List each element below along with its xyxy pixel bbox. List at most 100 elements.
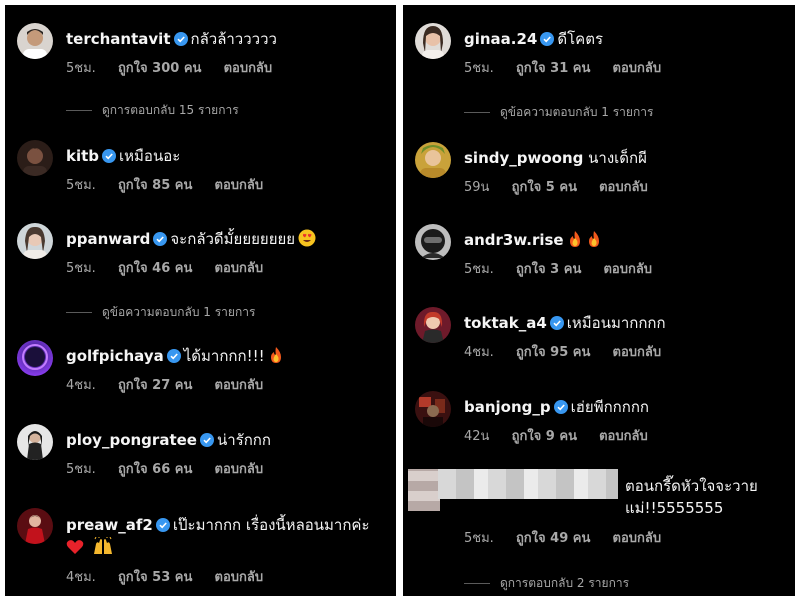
likes-count[interactable]: ถูกใจ 27 คน — [118, 378, 192, 393]
comment-time: 42น — [464, 429, 490, 444]
likes-count[interactable]: ถูกใจ 46 คน — [118, 261, 192, 276]
avatar[interactable] — [415, 224, 451, 260]
view-replies-label: ดูข้อความตอบกลับ 1 รายการ — [102, 305, 256, 319]
blurred-username — [438, 469, 618, 499]
verified-badge-icon — [173, 32, 188, 46]
username[interactable]: banjong_p — [464, 398, 551, 416]
red-heart-emoji-icon — [66, 540, 84, 554]
verified-badge-icon — [540, 32, 555, 46]
avatar[interactable] — [415, 142, 451, 178]
comment-time: 5ชม. — [66, 261, 96, 276]
verified-badge-icon — [199, 433, 214, 447]
reply-button[interactable]: ตอบกลับ — [215, 261, 264, 276]
likes-count[interactable]: ถูกใจ 85 คน — [118, 178, 192, 193]
comment-text: น่ารักกก — [216, 431, 271, 449]
blurred-avatar — [408, 469, 440, 511]
likes-count[interactable]: ถูกใจ 9 คน — [512, 429, 577, 444]
avatar[interactable] — [17, 140, 53, 176]
reply-button[interactable]: ตอบกลับ — [603, 262, 652, 277]
comment-text: เป๊ะมากกก เรื่องนี้หลอนมากค่ะ — [172, 516, 370, 534]
verified-badge-icon — [153, 232, 168, 246]
divider — [66, 312, 92, 313]
verified-badge-icon — [102, 149, 117, 163]
fire-emoji-icon — [270, 347, 281, 363]
comment-text: เหมือนอะ — [119, 147, 181, 165]
comment-time: 5ชม. — [464, 61, 494, 76]
comment-text: จะกลัวดีมั้ยยยยยยย — [170, 230, 296, 248]
avatar[interactable] — [17, 508, 53, 544]
avatar[interactable] — [17, 23, 53, 59]
username[interactable]: golfpichaya — [66, 347, 164, 365]
reply-button[interactable]: ตอบกลับ — [613, 61, 662, 76]
likes-count[interactable]: ถูกใจ 49 คน — [516, 531, 590, 546]
avatar[interactable] — [17, 424, 53, 460]
view-replies-link[interactable]: ดูการตอบกลับ 2 รายการ — [464, 574, 629, 593]
verified-badge-icon — [155, 518, 170, 532]
comment-time: 4ชม. — [66, 570, 96, 585]
verified-badge-icon — [549, 316, 564, 330]
view-replies-label: ดูการตอบกลับ 15 รายการ — [102, 103, 239, 117]
likes-count[interactable]: ถูกใจ 66 คน — [118, 462, 192, 477]
likes-count[interactable]: ถูกใจ 31 คน — [516, 61, 590, 76]
username[interactable]: ploy_pongratee — [66, 431, 197, 449]
divider — [464, 112, 490, 113]
comment-time: 4ชม. — [66, 378, 96, 393]
verified-badge-icon — [553, 400, 568, 414]
view-replies-link[interactable]: ดูการตอบกลับ 15 รายการ — [66, 101, 239, 120]
divider — [66, 110, 92, 111]
comment-time: 5ชม. — [66, 178, 96, 193]
comment-time: 5ชม. — [464, 262, 494, 277]
reply-button[interactable]: ตอบกลับ — [215, 570, 264, 585]
comment-text: กลัวล้าววววว — [190, 30, 277, 48]
avatar[interactable] — [17, 223, 53, 259]
reply-button[interactable]: ตอบกลับ — [599, 180, 648, 195]
username[interactable]: ppanward — [66, 230, 150, 248]
likes-count[interactable]: ถูกใจ 53 คน — [118, 570, 192, 585]
avatar[interactable] — [415, 307, 451, 343]
reply-button[interactable]: ตอบกลับ — [215, 378, 264, 393]
divider — [464, 583, 490, 584]
comment-text: ได้มากกก!!! — [183, 347, 265, 365]
view-replies-label: ดูข้อความตอบกลับ 1 รายการ — [500, 105, 654, 119]
comment-time: 5ชม. — [66, 462, 96, 477]
fire-emoji-icon — [569, 231, 580, 247]
comments-panel-left: terchantavit กลัวล้าววววว 5ชม. ถูกใจ 300 … — [5, 5, 396, 596]
view-replies-link[interactable]: ดูข้อความตอบกลับ 1 รายการ — [66, 303, 255, 322]
reply-button[interactable]: ตอบกลับ — [215, 178, 264, 193]
comments-panel-right: ginaa.24 ดีโคตร 5ชม. ถูกใจ 31 คน ตอบกลับ … — [403, 5, 795, 596]
username[interactable]: terchantavit — [66, 30, 171, 48]
comment-text: ตอนกรี๊ดหัวใจจะวาย แม่!!5555555 — [625, 477, 758, 517]
reply-button[interactable]: ตอบกลับ — [224, 61, 273, 76]
reply-button[interactable]: ตอบกลับ — [613, 345, 662, 360]
comment-text: นางเด็กผี — [588, 149, 647, 167]
avatar[interactable] — [17, 340, 53, 376]
comment-text: ดีโคตร — [557, 30, 604, 48]
likes-count[interactable]: ถูกใจ 300 คน — [118, 61, 201, 76]
reply-button[interactable]: ตอบกลับ — [215, 462, 264, 477]
avatar[interactable] — [415, 23, 451, 59]
reply-button[interactable]: ตอบกลับ — [599, 429, 648, 444]
username[interactable]: preaw_af2 — [66, 516, 153, 534]
view-replies-label: ดูการตอบกลับ 2 รายการ — [500, 576, 630, 590]
verified-badge-icon — [166, 349, 181, 363]
comment-time: 5ชม. — [66, 61, 96, 76]
comment-text: เฮ่ยพีกกกกก — [570, 398, 650, 416]
raising-hands-emoji-icon — [93, 537, 112, 554]
heart-eyes-emoji-icon — [298, 229, 316, 247]
username[interactable]: ginaa.24 — [464, 30, 537, 48]
comment-text: เหมือนมากกกก — [566, 314, 666, 332]
fire-emoji-icon — [588, 231, 599, 247]
username[interactable]: kitb — [66, 147, 99, 165]
avatar[interactable] — [415, 391, 451, 427]
likes-count[interactable]: ถูกใจ 3 คน — [516, 262, 581, 277]
reply-button[interactable]: ตอบกลับ — [613, 531, 662, 546]
username[interactable]: toktak_a4 — [464, 314, 547, 332]
view-replies-link[interactable]: ดูข้อความตอบกลับ 1 รายการ — [464, 103, 653, 122]
likes-count[interactable]: ถูกใจ 5 คน — [512, 180, 577, 195]
likes-count[interactable]: ถูกใจ 95 คน — [516, 345, 590, 360]
username[interactable]: andr3w.rise — [464, 231, 564, 249]
comment-time: 5ชม. — [464, 531, 494, 546]
comment-time: 4ชม. — [464, 345, 494, 360]
username[interactable]: sindy_pwoong — [464, 149, 583, 167]
comment-time: 59น — [464, 180, 490, 195]
